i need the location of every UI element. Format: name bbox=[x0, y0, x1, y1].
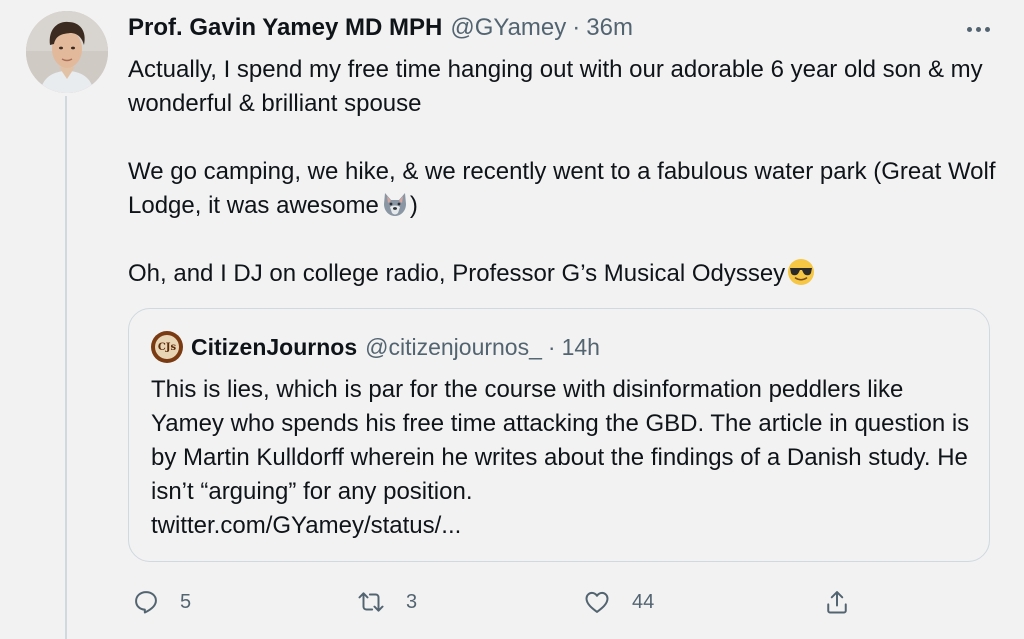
reply-count: 5 bbox=[180, 590, 192, 613]
quoted-display-name: CitizenJournos bbox=[191, 333, 358, 360]
tweet-timestamp[interactable]: 36m bbox=[586, 14, 633, 42]
header-separator: · bbox=[572, 14, 581, 41]
quoted-text-body: This is lies, which is par for the cours… bbox=[151, 376, 970, 505]
retweet-icon bbox=[358, 592, 384, 612]
quoted-handle: @citizenjournos_ bbox=[365, 333, 542, 360]
share-icon bbox=[827, 591, 847, 614]
quoted-tweet[interactable]: CJs CitizenJournos @citizenjournos_ · 14… bbox=[128, 308, 990, 562]
tweet-paragraph-1: Actually, I spend my free time hanging o… bbox=[128, 56, 983, 117]
quoted-avatar: CJs bbox=[151, 331, 183, 363]
tweet: Prof. Gavin Yamey MD MPH @GYamey · 36m A… bbox=[0, 0, 1024, 639]
reply-icon bbox=[135, 591, 157, 614]
reply-button[interactable]: 5 bbox=[132, 584, 191, 620]
wolf-emoji bbox=[383, 193, 406, 216]
quoted-timestamp: 14h bbox=[561, 333, 600, 360]
more-button[interactable] bbox=[958, 14, 998, 44]
tweet-text: Actually, I spend my free time hanging o… bbox=[128, 53, 998, 291]
like-count: 44 bbox=[632, 590, 655, 613]
tweet-paragraph-3-text: Oh, and I DJ on college radio, Professor… bbox=[128, 260, 786, 287]
tweet-paragraph-2-end: ) bbox=[409, 192, 418, 219]
quoted-tweet-header: CJs CitizenJournos @citizenjournos_ · 14… bbox=[151, 331, 600, 363]
sunglasses-emoji bbox=[788, 259, 815, 285]
tweet-header: Prof. Gavin Yamey MD MPH @GYamey · 36m bbox=[128, 12, 633, 44]
tweet-paragraph-3: Oh, and I DJ on college radio, Professor… bbox=[128, 257, 998, 291]
more-horizontal-icon bbox=[966, 26, 990, 32]
share-button[interactable] bbox=[822, 584, 852, 620]
thread-line bbox=[65, 96, 67, 639]
heart-icon bbox=[585, 591, 609, 613]
avatar[interactable] bbox=[26, 11, 108, 93]
author-display-name[interactable]: Prof. Gavin Yamey MD MPH bbox=[128, 14, 442, 42]
quoted-avatar-label: CJs bbox=[155, 335, 179, 359]
quoted-link[interactable]: twitter.com/GYamey/status/... bbox=[151, 512, 461, 539]
retweet-count: 3 bbox=[406, 590, 418, 613]
author-handle[interactable]: @GYamey bbox=[450, 14, 566, 42]
retweet-button[interactable]: 3 bbox=[356, 584, 417, 620]
quoted-separator: · bbox=[547, 333, 556, 360]
tweet-paragraph-2: We go camping, we hike, & we recently we… bbox=[128, 155, 998, 223]
like-button[interactable]: 44 bbox=[582, 584, 654, 620]
quoted-tweet-text: This is lies, which is par for the cours… bbox=[151, 373, 981, 543]
action-bar: 5 3 44 bbox=[128, 584, 864, 620]
tweet-paragraph-2-text: We go camping, we hike, & we recently we… bbox=[128, 158, 996, 219]
